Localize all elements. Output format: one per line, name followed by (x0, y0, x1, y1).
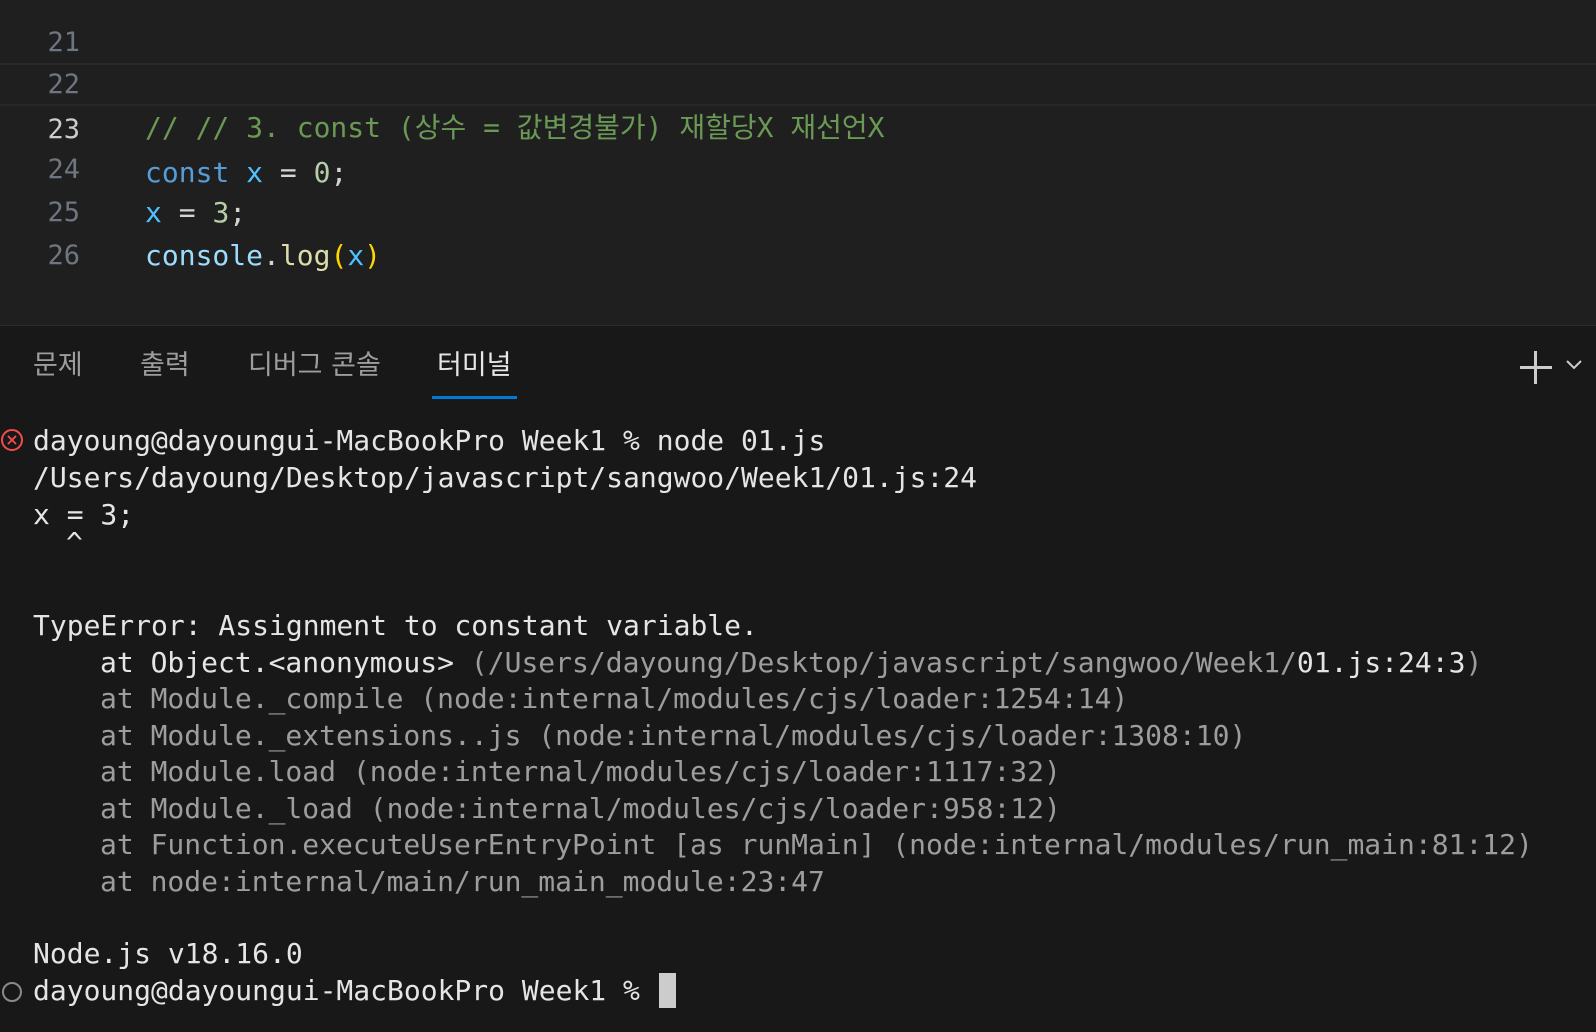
terminal-cursor (658, 972, 676, 1008)
stack-frame: at Function.executeUserEntryPoint [as ru… (100, 828, 1533, 861)
panel-tabs: 문제 출력 디버그 콘솔 터미널 (0, 326, 1596, 406)
code-editor[interactable]: 21 22 // // 3. const (상수 = 값변경불가) 재할당X 재… (0, 0, 1596, 326)
stack-frame: at Object.<anonymous> (/Users/dayoung/De… (100, 646, 1483, 679)
stack-frame: at Module._compile (node:internal/module… (100, 682, 1129, 715)
code-text: console.log(x) (145, 234, 381, 277)
function-token: log (279, 239, 331, 272)
tab-debug-console[interactable]: 디버그 콘솔 (248, 342, 381, 392)
argument-token: x (347, 239, 365, 272)
paren-token: ( (330, 239, 348, 272)
stack-frame: at Module._extensions..js (node:internal… (100, 719, 1247, 752)
error-file-location: /Users/dayoung/Desktop/javascript/sangwo… (33, 461, 978, 494)
stack-frame: at Module.load (node:internal/modules/cj… (100, 755, 1061, 788)
terminal-prompt[interactable]: dayoung@dayoungui-MacBookPro Week1 % (33, 972, 676, 1009)
dot-token: . (263, 239, 280, 272)
error-circle-icon[interactable]: × (1, 429, 23, 451)
new-terminal-button[interactable] (1515, 346, 1557, 388)
code-line-23[interactable]: 23 const x = 0; (0, 63, 1596, 189)
object-token: console (145, 239, 264, 272)
code-line-26[interactable]: 26 (0, 191, 1596, 271)
code-line-22[interactable]: 22 // // 3. const (상수 = 값변경불가) 재할당X 재선언X (0, 20, 1596, 144)
error-caret: ^ (66, 526, 83, 559)
error-message: TypeError: Assignment to constant variab… (33, 609, 758, 642)
bottom-panel: 문제 출력 디버그 콘솔 터미널 × dayoung@dayoungui-Mac… (0, 326, 1596, 1032)
tab-problems[interactable]: 문제 (33, 342, 83, 392)
chevron-down-icon (1566, 360, 1582, 370)
terminal-prompt-command: dayoung@dayoungui-MacBookPro Week1 % nod… (33, 424, 826, 457)
active-tab-indicator (432, 396, 517, 399)
line-number: 26 (47, 240, 80, 271)
paren-token: ) (364, 239, 382, 272)
tab-terminal[interactable]: 터미널 (437, 342, 512, 392)
code-line-25[interactable]: 25 console.log(x) (0, 148, 1596, 272)
stack-frame: at node:internal/main/run_main_module:23… (100, 865, 825, 898)
node-version: Node.js v18.16.0 (33, 937, 303, 970)
code-line-24[interactable]: 24 x = 3; (0, 105, 1596, 229)
code-line-21[interactable]: 21 (0, 0, 1596, 58)
circle-icon[interactable] (2, 982, 22, 1002)
error-code-line: x = 3; (33, 498, 135, 531)
stack-frame: at Module._load (node:internal/modules/c… (100, 792, 1061, 825)
tab-output[interactable]: 출력 (140, 342, 190, 392)
terminal-dropdown-button[interactable] (1562, 352, 1590, 380)
